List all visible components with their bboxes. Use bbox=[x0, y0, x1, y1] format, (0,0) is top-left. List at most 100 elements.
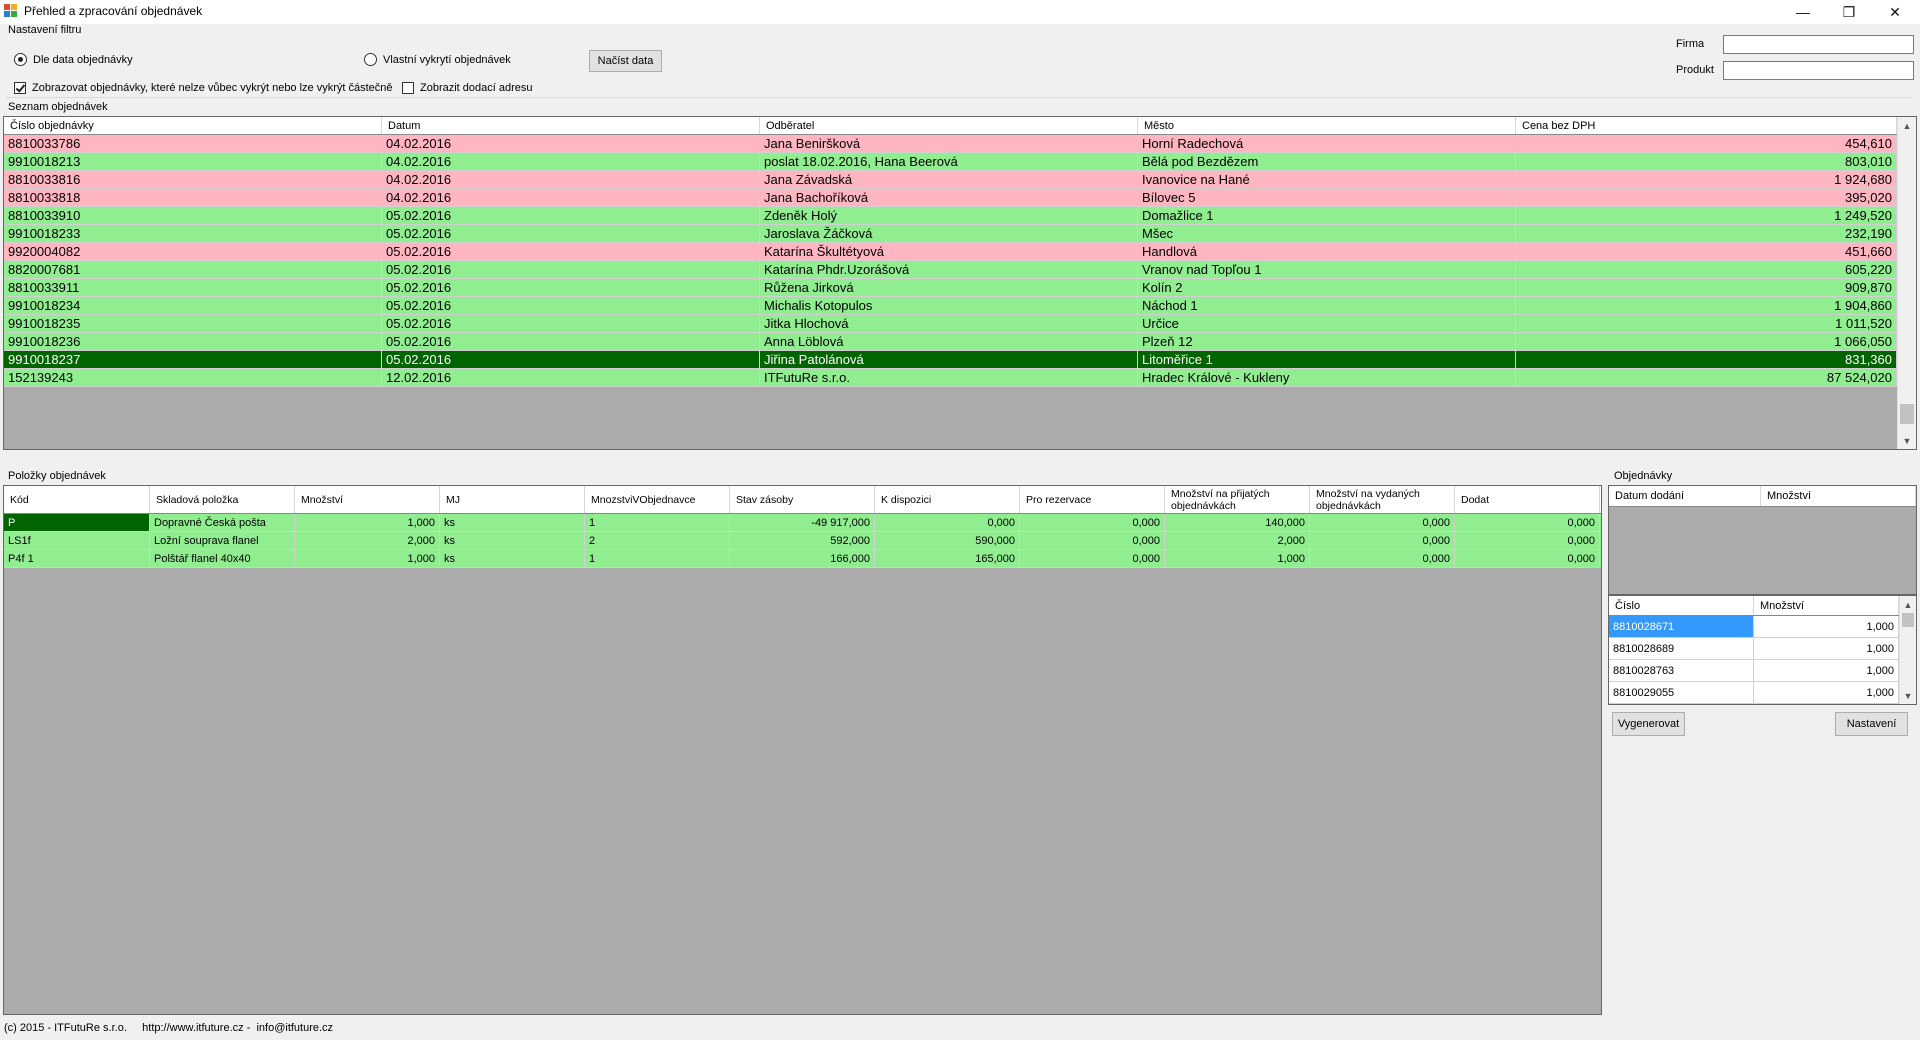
table-row[interactable]: 8810033818 04.02.2016 Jana Bachoříková Bílo… bbox=[4, 189, 1897, 207]
delivery-header: Datum dodání Množství bbox=[1609, 486, 1916, 507]
table-cell: Jiřina Patolánová bbox=[760, 351, 1138, 369]
table-row[interactable]: P Dopravné Česká pošta 1,000 ks 1 -49 917,000… bbox=[4, 514, 1601, 532]
table-row[interactable]: 8810033911 05.02.2016 Růžena Jirková Kolín … bbox=[4, 279, 1897, 297]
footer-text: (c) 2015 - ITFutuRe s.r.o. http://www.it… bbox=[4, 1022, 334, 1034]
list-item[interactable]: 8810029055 1,000 bbox=[1609, 682, 1899, 704]
radio-custom[interactable]: Vlastní vykrytí objednávek bbox=[364, 53, 511, 66]
load-data-button[interactable]: Načíst data bbox=[589, 50, 662, 72]
list-item[interactable]: 8810028763 1,000 bbox=[1609, 660, 1899, 682]
table-cell: 05.02.2016 bbox=[382, 315, 760, 333]
generate-button[interactable]: Vygenerovat bbox=[1612, 712, 1685, 736]
table-cell: Mšec bbox=[1138, 225, 1516, 243]
table-cell: 8810029055 bbox=[1609, 682, 1754, 704]
radio-order-date[interactable]: Dle data objednávky bbox=[14, 53, 133, 66]
table-cell: 1,000 bbox=[295, 550, 440, 568]
table-cell: 451,660 bbox=[1516, 243, 1897, 261]
table-row[interactable]: P4f 1 Polštář flanel 40x40 1,000 ks 1 166,000… bbox=[4, 550, 1601, 568]
table-row[interactable]: 9910018234 05.02.2016 Michalis Kotopulos Ná… bbox=[4, 297, 1897, 315]
firma-input[interactable] bbox=[1723, 35, 1914, 54]
table-cell: 165,000 bbox=[875, 550, 1020, 568]
close-icon[interactable]: ✕ bbox=[1872, 0, 1918, 24]
table-cell: Handlová bbox=[1138, 243, 1516, 261]
radio-order-date-button[interactable] bbox=[14, 53, 27, 66]
check-unfulfillable-box[interactable] bbox=[14, 82, 26, 94]
delivery-grid[interactable]: Datum dodání Množství bbox=[1608, 485, 1917, 595]
numbers-scrollbar[interactable]: ▲ ▼ bbox=[1899, 596, 1916, 704]
delivery-column-header: Datum dodání bbox=[1609, 486, 1761, 506]
produkt-input[interactable] bbox=[1723, 61, 1914, 80]
table-cell: Plzeň 12 bbox=[1138, 333, 1516, 351]
table-cell: 1,000 bbox=[1754, 682, 1899, 704]
table-cell: Vranov nad Topľou 1 bbox=[1138, 261, 1516, 279]
numbers-grid[interactable]: Číslo Množství 8810028671 1,000 8810028689 1… bbox=[1608, 595, 1917, 705]
table-row[interactable]: 9910018213 04.02.2016 poslat 18.02.2016, H… bbox=[4, 153, 1897, 171]
items-column-header: Množství na vydaných objednávkách bbox=[1310, 486, 1455, 513]
table-cell: 140,000 bbox=[1165, 514, 1310, 532]
table-cell: 590,000 bbox=[875, 532, 1020, 550]
numbers-header: Číslo Množství bbox=[1609, 596, 1899, 616]
table-cell: 0,000 bbox=[1310, 514, 1455, 532]
table-row[interactable]: 9910018235 05.02.2016 Jitka Hlochová Určice… bbox=[4, 315, 1897, 333]
table-cell: Jana Bachoříková bbox=[760, 189, 1138, 207]
scroll-down-icon[interactable]: ▼ bbox=[1900, 687, 1916, 704]
table-cell: Litoměřice 1 bbox=[1138, 351, 1516, 369]
table-row[interactable]: 8810033786 04.02.2016 Jana Beniršková Horní… bbox=[4, 135, 1897, 153]
table-cell: 0,000 bbox=[1020, 514, 1165, 532]
table-row[interactable]: 9920004082 05.02.2016 Katarína Škultétyová… bbox=[4, 243, 1897, 261]
restore-icon[interactable]: ❐ bbox=[1826, 0, 1872, 24]
table-cell: 1,000 bbox=[1754, 638, 1899, 660]
check-delivery-address-label: Zobrazit dodací adresu bbox=[420, 82, 533, 94]
scroll-up-icon[interactable]: ▲ bbox=[1898, 117, 1916, 134]
orders-column-header: Cena bez DPH bbox=[1516, 117, 1897, 134]
table-cell: 0,000 bbox=[1310, 550, 1455, 568]
table-cell: 395,020 bbox=[1516, 189, 1897, 207]
orders-grid[interactable]: Číslo objednávky Datum Odběratel Město Cena … bbox=[3, 116, 1917, 450]
table-row[interactable]: LS1f Ložní souprava flanel 2,000 ks 2 592,000… bbox=[4, 532, 1601, 550]
table-cell: 87 524,020 bbox=[1516, 369, 1897, 387]
items-body: P Dopravné Česká pošta 1,000 ks 1 -49 917,000… bbox=[4, 514, 1601, 568]
orders-scroll-thumb[interactable] bbox=[1900, 404, 1914, 424]
table-cell: ks bbox=[440, 532, 585, 550]
table-row[interactable]: 152139243 12.02.2016 ITFutuRe s.r.o. Hradec… bbox=[4, 369, 1897, 387]
table-cell: 05.02.2016 bbox=[382, 279, 760, 297]
table-cell: 0,000 bbox=[1310, 532, 1455, 550]
orders-scrollbar[interactable]: ▲ ▼ bbox=[1897, 117, 1916, 449]
table-cell: 0,000 bbox=[1455, 532, 1600, 550]
items-grid[interactable]: Kód Skladová položka Množství MJ MnozstviVOb… bbox=[3, 485, 1602, 1015]
check-unfulfillable-label: Zobrazovat objednávky, které nelze vůbec… bbox=[32, 82, 393, 94]
minimize-icon[interactable]: — bbox=[1780, 0, 1826, 24]
table-cell: 1,000 bbox=[1165, 550, 1310, 568]
radio-custom-button[interactable] bbox=[364, 53, 377, 66]
table-row[interactable]: 8810033910 05.02.2016 Zdeněk Holý Domažlice… bbox=[4, 207, 1897, 225]
produkt-label: Produkt bbox=[1676, 64, 1714, 76]
check-delivery-address-box[interactable] bbox=[402, 82, 414, 94]
table-row[interactable]: 9910018236 05.02.2016 Anna Löblová Plzeň 12… bbox=[4, 333, 1897, 351]
numbers-column-header: Číslo bbox=[1609, 596, 1754, 615]
items-column-header: Pro rezervace bbox=[1020, 486, 1165, 513]
scroll-down-icon[interactable]: ▼ bbox=[1898, 432, 1916, 449]
check-unfulfillable[interactable]: Zobrazovat objednávky, které nelze vůbec… bbox=[14, 82, 393, 94]
orders-body: 8810033786 04.02.2016 Jana Beniršková Horní… bbox=[4, 135, 1897, 387]
table-row[interactable]: 9910018237 05.02.2016 Jiřina Patolánová Lit… bbox=[4, 351, 1897, 369]
table-cell: 05.02.2016 bbox=[382, 333, 760, 351]
check-delivery-address[interactable]: Zobrazit dodací adresu bbox=[402, 82, 533, 94]
list-item[interactable]: 8810028671 1,000 bbox=[1609, 616, 1899, 638]
scroll-up-icon[interactable]: ▲ bbox=[1900, 596, 1916, 613]
numbers-scroll-thumb[interactable] bbox=[1902, 613, 1914, 627]
items-column-header: Kód bbox=[4, 486, 150, 513]
table-cell: 1 bbox=[585, 514, 730, 532]
table-row[interactable]: 9910018233 05.02.2016 Jaroslava Žáčková Mše… bbox=[4, 225, 1897, 243]
orders-group-label: Seznam objednávek bbox=[8, 101, 108, 113]
table-cell: 605,220 bbox=[1516, 261, 1897, 279]
table-row[interactable]: 8820007681 05.02.2016 Katarína Phdr.Uzoráš… bbox=[4, 261, 1897, 279]
table-cell: 9910018236 bbox=[4, 333, 382, 351]
items-column-header: MnozstviVObjednavce bbox=[585, 486, 730, 513]
table-cell: Bílovec 5 bbox=[1138, 189, 1516, 207]
table-cell: 0,000 bbox=[1455, 514, 1600, 532]
table-cell: Kolín 2 bbox=[1138, 279, 1516, 297]
list-item[interactable]: 8810028689 1,000 bbox=[1609, 638, 1899, 660]
table-cell: 9910018237 bbox=[4, 351, 382, 369]
table-row[interactable]: 8810033816 04.02.2016 Jana Závadská Ivanovi… bbox=[4, 171, 1897, 189]
settings-button[interactable]: Nastavení bbox=[1835, 712, 1908, 736]
table-cell: 0,000 bbox=[875, 514, 1020, 532]
